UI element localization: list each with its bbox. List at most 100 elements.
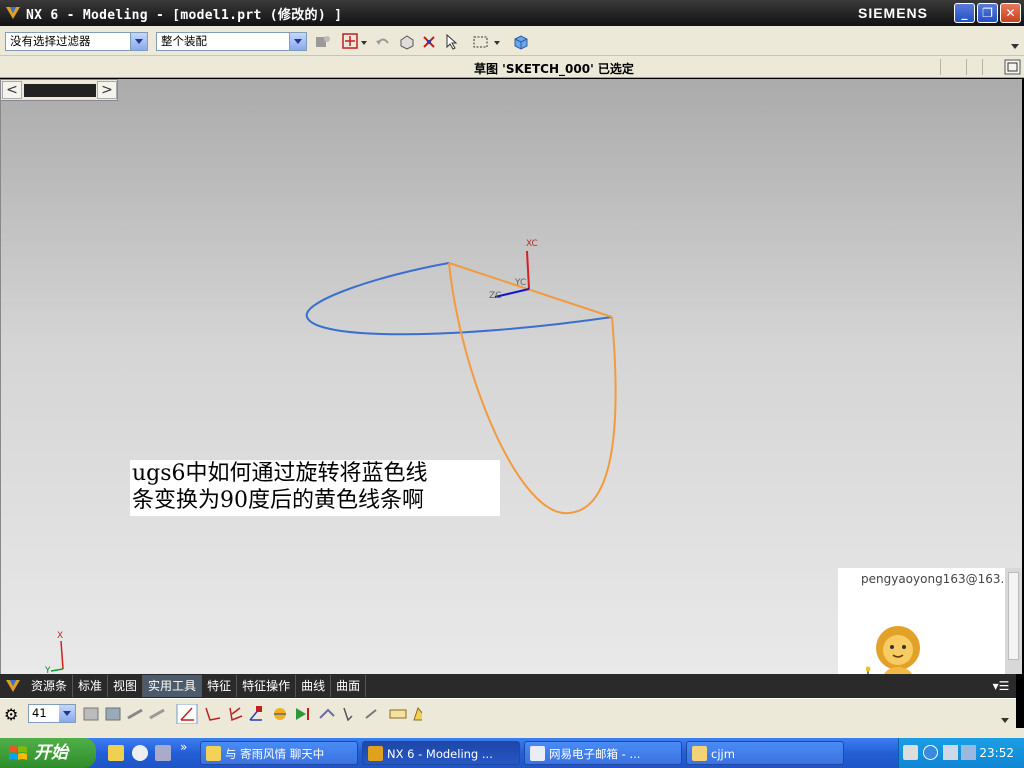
- dropdown-arrow-icon[interactable]: [360, 33, 368, 51]
- quicklaunch-expand-icon[interactable]: »: [180, 740, 187, 754]
- tab-surface[interactable]: 曲面: [331, 675, 367, 697]
- wcs-dynamics-icon: [176, 704, 198, 724]
- volume-icon[interactable]: [943, 745, 958, 760]
- chat-window-icon: [206, 746, 221, 761]
- selection-filter-select[interactable]: 没有选择过滤器: [5, 32, 148, 51]
- tab-view[interactable]: 视图: [108, 675, 144, 697]
- resource-tab-bar: 资源条 标准 视图 实用工具 特征 特征操作 曲线 曲面 ▾☰: [0, 674, 1016, 698]
- gear-icon[interactable]: ⚙: [4, 705, 18, 724]
- taskbar-button-folder[interactable]: cjjm: [686, 741, 844, 765]
- measure-angle-icon: [413, 706, 422, 721]
- wcs-set-icon: [274, 708, 286, 720]
- chevron-down-icon[interactable]: [130, 33, 147, 50]
- layer-visibility-icon: [105, 707, 121, 721]
- view-scroll-control[interactable]: < >: [0, 79, 118, 101]
- tab-standard[interactable]: 标准: [73, 675, 109, 697]
- vertical-scrollbar[interactable]: [1005, 568, 1022, 674]
- taskbar-button-label: NX 6 - Modeling ...: [387, 747, 493, 761]
- main-toolbar: 没有选择过滤器 整个装配: [0, 26, 1024, 56]
- network-icon[interactable]: [961, 745, 976, 760]
- scroll-left-button[interactable]: <: [2, 81, 22, 99]
- display-wcs-icon: [319, 708, 335, 719]
- notepad-icon[interactable]: [108, 745, 124, 761]
- tab-feature[interactable]: 特征: [202, 675, 238, 697]
- taskbar-button-chat[interactable]: 与 寄雨风情 聊天中: [200, 741, 358, 765]
- status-divider: [940, 59, 941, 75]
- taskbar-button-label: 网易电子邮箱 - ...: [549, 747, 641, 761]
- orient-wcs-icon: [249, 706, 262, 721]
- caption-line-2: 条变换为90度后的黄色线条啊: [132, 488, 424, 513]
- email-address: pengyaoyong163@163.com: [861, 572, 1010, 586]
- absolute-x-label: X: [57, 631, 63, 641]
- toolbar-overflow-icon[interactable]: [1000, 715, 1010, 725]
- assembly-scope-value: 整个装配: [161, 34, 207, 48]
- browser-icon: [530, 746, 545, 761]
- tray-expand-icon[interactable]: [923, 745, 938, 760]
- bottom-gap: [0, 728, 1024, 738]
- pointer-select-icon[interactable]: [443, 33, 461, 51]
- keyboard-icon[interactable]: [903, 745, 918, 760]
- windows-taskbar: 开始 » 与 寄雨风情 聊天中 NX 6 - Modeling ... 网易电子…: [0, 738, 1024, 768]
- utility-toolbar: ⚙ 41: [0, 698, 1016, 728]
- show-desktop-icon[interactable]: [155, 745, 171, 761]
- email-watermark: pengyaoyong163@163.com: [838, 568, 1010, 674]
- absolute-y-label: Y: [44, 666, 51, 674]
- dropdown-arrow-icon[interactable]: [493, 33, 501, 51]
- toolbar-overflow-icon[interactable]: [1010, 41, 1020, 51]
- restore-button[interactable]: ❐: [977, 3, 998, 23]
- tab-resource-bar[interactable]: 资源条: [26, 675, 74, 697]
- windows-logo-icon: [9, 746, 27, 760]
- snap-point-icon[interactable]: [342, 33, 360, 51]
- work-layer-select[interactable]: 41: [28, 704, 76, 723]
- status-divider: [966, 59, 967, 75]
- clock: 23:52: [979, 746, 1014, 760]
- copy-to-layer-icon: [149, 708, 165, 720]
- absolute-x-axis: [60, 640, 64, 670]
- fullscreen-icon[interactable]: [1004, 59, 1021, 75]
- solid-body-icon[interactable]: [398, 33, 416, 51]
- move-to-layer-icon: [127, 708, 143, 720]
- measure-distance-icon: [389, 709, 407, 719]
- scroll-right-button[interactable]: >: [97, 81, 117, 99]
- save-wcs-icon: [296, 708, 309, 720]
- status-divider: [982, 59, 983, 75]
- zc-axis-label: ZC: [489, 291, 501, 301]
- start-button[interactable]: 开始: [0, 738, 96, 768]
- nx-logo-icon[interactable]: [4, 677, 22, 695]
- title-bar: NX 6 - Modeling - [model1.prt (修改的) ] SI…: [0, 0, 1024, 26]
- tab-menu-icon[interactable]: ▾☰: [992, 677, 1010, 695]
- scroll-track[interactable]: [24, 84, 96, 97]
- utility-icon-strip: [83, 704, 422, 724]
- minimize-button[interactable]: _: [954, 3, 975, 23]
- assembly-scope-select[interactable]: 整个装配: [156, 32, 307, 51]
- undo-icon[interactable]: [374, 33, 392, 51]
- start-label: 开始: [34, 743, 68, 763]
- cross-select-icon[interactable]: [420, 33, 438, 51]
- orange-radial-line: [448, 262, 613, 318]
- media-player-icon[interactable]: [132, 745, 148, 761]
- chevron-down-icon[interactable]: [289, 33, 306, 50]
- taskbar-button-nx[interactable]: NX 6 - Modeling ...: [362, 741, 520, 765]
- yc-axis-label: YC: [514, 278, 526, 288]
- shaded-cube-icon[interactable]: [512, 33, 530, 51]
- rectangle-select-icon[interactable]: [472, 33, 490, 51]
- scroll-thumb[interactable]: [1008, 572, 1019, 660]
- taskbar-button-label: cjjm: [711, 747, 735, 761]
- work-layer-value: 41: [32, 706, 47, 720]
- status-bar: 草图 'SKETCH_000' 已选定: [0, 56, 1024, 78]
- nx-logo-icon[interactable]: [4, 4, 22, 22]
- tab-curve[interactable]: 曲线: [296, 675, 332, 697]
- question-caption: ugs6中如何通过旋转将蓝色线 条变换为90度后的黄色线条啊: [130, 460, 500, 516]
- nx-logo-icon: [368, 746, 383, 761]
- caption-line-1: ugs6中如何通过旋转将蓝色线: [132, 461, 428, 486]
- point-constructor-icon: [343, 707, 353, 722]
- selection-priority-icon[interactable]: [314, 33, 332, 51]
- rotate-wcs-icon: [229, 707, 243, 722]
- tab-feature-operation[interactable]: 特征操作: [237, 675, 297, 697]
- xc-axis-label: XC: [526, 239, 538, 249]
- close-button[interactable]: ✕: [1000, 3, 1021, 23]
- chevron-down-icon[interactable]: [59, 705, 75, 722]
- tab-utilities[interactable]: 实用工具: [143, 675, 203, 697]
- taskbar-button-mail[interactable]: 网易电子邮箱 - ...: [524, 741, 682, 765]
- vector-constructor-icon: [365, 709, 377, 719]
